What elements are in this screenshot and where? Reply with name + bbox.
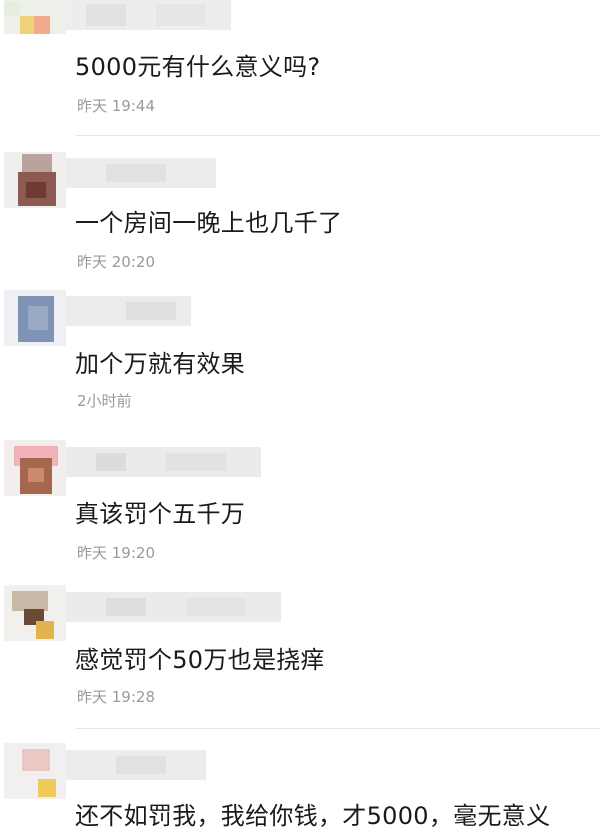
divider (76, 728, 600, 729)
comment-text: 真该罚个五千万 (75, 500, 246, 528)
comment-time: 昨天 20:20 (77, 253, 155, 271)
username-blurred[interactable] (66, 592, 281, 622)
avatar[interactable] (4, 152, 66, 208)
comment-text: 一个房间一晚上也几千了 (75, 209, 343, 237)
username-blurred[interactable] (66, 447, 261, 477)
username-blurred[interactable] (66, 296, 191, 326)
comment-time: 2小时前 (77, 392, 132, 410)
avatar[interactable] (4, 585, 66, 641)
comment-time: 昨天 19:20 (77, 544, 155, 562)
comment-time: 昨天 19:28 (77, 688, 155, 706)
username-blurred[interactable] (66, 750, 206, 780)
comment-text: 5000元有什么意义吗? (75, 53, 321, 81)
username-blurred[interactable] (66, 158, 216, 188)
comment-text: 加个万就有效果 (75, 350, 246, 378)
avatar[interactable] (4, 0, 66, 34)
divider (76, 135, 600, 136)
avatar[interactable] (4, 440, 66, 496)
comment-text: 还不如罚我，我给你钱，才5000，毫无意义 (75, 802, 551, 830)
comment-text: 感觉罚个50万也是挠痒 (75, 646, 325, 674)
avatar[interactable] (4, 743, 66, 799)
comment-time: 昨天 19:44 (77, 97, 155, 115)
username-blurred[interactable] (66, 0, 231, 30)
avatar[interactable] (4, 290, 66, 346)
